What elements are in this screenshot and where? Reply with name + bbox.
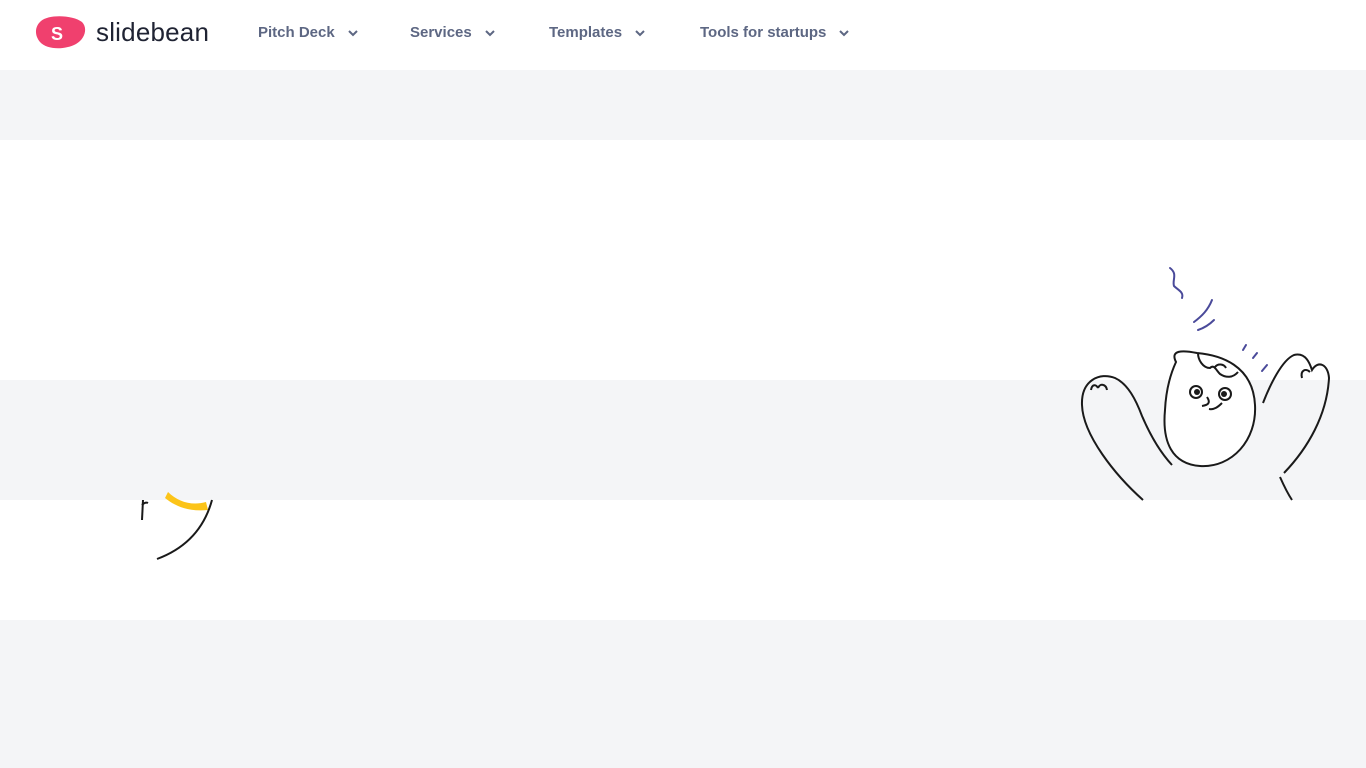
- chevron-down-icon: [347, 29, 358, 36]
- nav-item-label: Templates: [549, 24, 623, 41]
- logo-letter: S: [51, 24, 63, 44]
- chevron-down-icon: [839, 29, 850, 36]
- chevron-down-icon: [485, 29, 495, 36]
- chevron-down-icon: [635, 29, 645, 36]
- nav-item-label: Services: [410, 24, 472, 41]
- character-arms-up-illustration: [1080, 267, 1331, 501]
- loading-band-3: [0, 620, 1366, 768]
- brand-name: slidebean: [96, 17, 210, 47]
- nav-item-templates[interactable]: Templates: [549, 24, 646, 41]
- nav-item-label: Tools for startups: [700, 24, 827, 41]
- nav-item-services[interactable]: Services: [410, 24, 496, 41]
- logo-link[interactable]: S slidebean: [35, 15, 209, 49]
- nav-item-tools-for-startups[interactable]: Tools for startups: [700, 24, 850, 41]
- nav-item-pitch-deck[interactable]: Pitch Deck: [258, 24, 359, 41]
- nav-item-label: Pitch Deck: [258, 24, 335, 41]
- slidebean-logo-icon: S: [35, 16, 86, 49]
- partial-yellow-illustration: [141, 492, 213, 560]
- loading-band-1: [0, 70, 1366, 140]
- top-navigation: S slidebean Pitch Deck Services Template…: [0, 0, 1366, 70]
